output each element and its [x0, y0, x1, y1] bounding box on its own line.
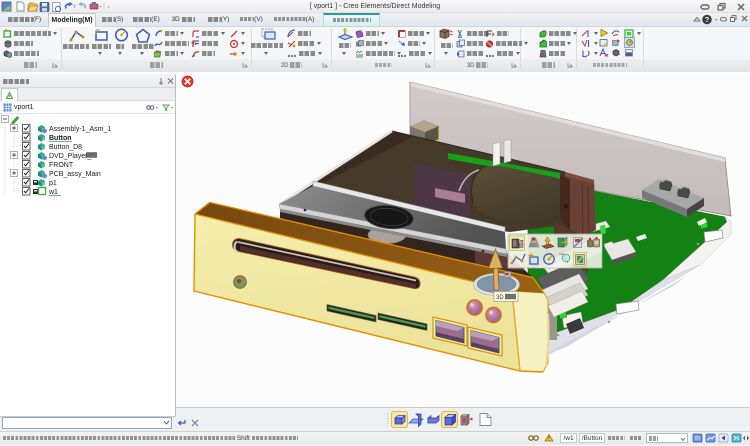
svg-text:3D: 3D: [496, 295, 504, 301]
svg-text:FRONT: FRONT: [49, 162, 74, 169]
svg-text:Button: Button: [49, 135, 72, 142]
svg-text:PCB_assy_Main: PCB_assy_Main: [49, 171, 101, 178]
svg-text:Assembly-1_Asm_1: Assembly-1_Asm_1: [49, 126, 111, 133]
svg-text:Button_D8: Button_D8: [49, 144, 82, 151]
svg-text:DVD_Player_: DVD_Player_: [49, 153, 92, 160]
svg-text:p1: p1: [49, 180, 57, 187]
svg-text:w1: w1: [48, 189, 58, 196]
